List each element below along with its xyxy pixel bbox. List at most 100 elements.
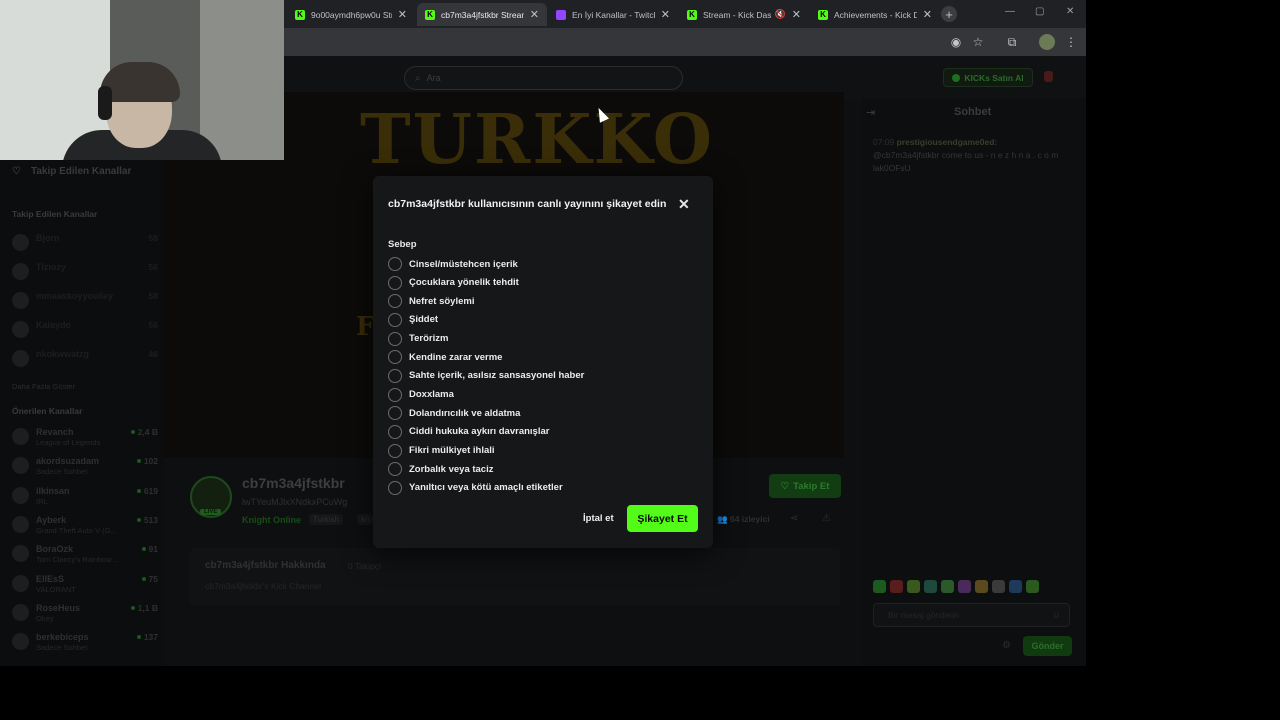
followed-channel-item[interactable]: nkokwwatzg 46 bbox=[12, 348, 162, 368]
headphones-icon bbox=[98, 86, 112, 120]
radio-button[interactable] bbox=[388, 406, 402, 421]
emote-icon[interactable] bbox=[958, 580, 971, 593]
stream-tag[interactable]: kn bbox=[357, 514, 374, 525]
suggested-channel-item[interactable]: Revanch League of Legends 2,4 B bbox=[12, 426, 162, 447]
radio-button[interactable] bbox=[388, 443, 402, 458]
radio-button[interactable] bbox=[388, 480, 402, 495]
reason-option[interactable]: Zorbalık veya taciz bbox=[388, 461, 688, 477]
maximize-icon[interactable]: ▢ bbox=[1035, 6, 1044, 17]
chat-username[interactable]: prestigiousendgame0ed: bbox=[897, 137, 998, 147]
channel-item-category: League of Legends bbox=[36, 438, 101, 447]
tab-close-icon[interactable]: ✕ bbox=[530, 8, 539, 21]
window-close-icon[interactable]: ✕ bbox=[1066, 6, 1074, 17]
user-menu-icon[interactable] bbox=[1044, 71, 1053, 82]
emote-icon[interactable] bbox=[941, 580, 954, 593]
reason-option[interactable]: Fikri mülkiyet ihlali bbox=[388, 443, 688, 459]
reason-option[interactable]: Kendine zarar verme bbox=[388, 349, 688, 365]
radio-button[interactable] bbox=[388, 294, 402, 309]
show-more-link[interactable]: Daha Fazla Göster bbox=[12, 382, 75, 391]
emote-icon[interactable] bbox=[992, 580, 1005, 593]
minimize-icon[interactable]: — bbox=[1005, 6, 1015, 17]
tab-muted-icon[interactable]: 🔇 bbox=[775, 9, 786, 20]
tab-close-icon[interactable]: ✕ bbox=[923, 8, 932, 21]
close-icon[interactable]: ✕ bbox=[678, 196, 690, 213]
radio-button[interactable] bbox=[388, 312, 402, 327]
stream-tag[interactable]: Turkish bbox=[309, 514, 343, 525]
radio-button[interactable] bbox=[388, 275, 402, 290]
followed-channel-item[interactable]: mmaaskoyyoeiley 58 bbox=[12, 290, 162, 310]
avatar bbox=[12, 321, 29, 338]
suggested-channel-item[interactable]: akordsuzadam Sadece Sohbet 102 bbox=[12, 455, 162, 476]
tab-close-icon[interactable]: ✕ bbox=[398, 8, 407, 21]
reason-option[interactable]: Doxxlama bbox=[388, 387, 688, 403]
tab-close-icon[interactable]: ✕ bbox=[661, 8, 670, 21]
suggested-channel-item[interactable]: EllEsS VALORANT 75 bbox=[12, 573, 162, 594]
chat-settings-gear-icon[interactable]: ⚙ bbox=[1002, 640, 1011, 651]
emote-icon[interactable] bbox=[873, 580, 886, 593]
followed-channel-item[interactable]: Tiziozy 56 bbox=[12, 261, 162, 281]
report-submit-button[interactable]: Şikayet Et bbox=[627, 505, 698, 532]
reason-option[interactable]: Şiddet bbox=[388, 312, 688, 328]
radio-button[interactable] bbox=[388, 424, 402, 439]
channel-item-name: ilkinsan bbox=[36, 485, 70, 496]
radio-button[interactable] bbox=[388, 350, 402, 365]
reason-option[interactable]: Ciddi hukuka aykırı davranışlar bbox=[388, 424, 688, 440]
emote-icon[interactable] bbox=[1026, 580, 1039, 593]
new-tab-button[interactable]: + bbox=[941, 6, 957, 22]
channel-item-category: Tom Clancy's Rainbow ... bbox=[36, 555, 120, 565]
follow-button[interactable]: ♡ Takip Et bbox=[769, 474, 841, 498]
emote-icon[interactable] bbox=[924, 580, 937, 593]
reason-option[interactable]: Sahte içerik, asılsız sansasyonel haber bbox=[388, 368, 688, 384]
tab-close-icon[interactable]: ✕ bbox=[792, 8, 801, 21]
radio-button[interactable] bbox=[388, 462, 402, 477]
tab-title: 9o00aymdh6pw0u Stre bbox=[311, 9, 392, 20]
reason-option[interactable]: Terörizm bbox=[388, 331, 688, 347]
extensions-icon[interactable]: ⧉ bbox=[1004, 34, 1020, 50]
suggested-channel-item[interactable]: ilkinsan IRL 619 bbox=[12, 485, 162, 506]
cancel-button[interactable]: İptal et bbox=[583, 513, 614, 524]
reason-option[interactable]: Nefret söylemi bbox=[388, 293, 688, 309]
channel-item-name: Revanch bbox=[36, 427, 74, 437]
emote-icon[interactable] bbox=[975, 580, 988, 593]
send-button[interactable]: Gönder bbox=[1023, 636, 1072, 656]
search-input[interactable]: ⌕ Ara bbox=[404, 66, 683, 90]
reason-option[interactable]: Çocuklara yönelik tehdit bbox=[388, 275, 688, 291]
radio-button[interactable] bbox=[388, 257, 402, 271]
reason-option[interactable]: Dolandırıcılık ve aldatma bbox=[388, 405, 688, 421]
radio-button[interactable] bbox=[388, 331, 402, 346]
stream-title: lwTYeuMJlxXNdkxPCuWg bbox=[242, 497, 348, 507]
reason-option[interactable]: Yanıltıcı veya kötü amaçlı etiketler bbox=[388, 480, 688, 496]
followed-channel-item[interactable]: Kalaydo 56 bbox=[12, 319, 162, 339]
browser-tab[interactable]: K Achievements - Kick D ✕ bbox=[810, 3, 940, 26]
bookmark-star-icon[interactable]: ☆ bbox=[970, 34, 986, 50]
live-badge: LIVE bbox=[200, 509, 222, 515]
browser-menu-icon[interactable]: ⋮ bbox=[1063, 34, 1079, 50]
radio-button[interactable] bbox=[388, 387, 402, 402]
suggested-channel-item[interactable]: berkebiceps Sadece Sohbet 137 bbox=[12, 631, 162, 652]
radio-button[interactable] bbox=[388, 368, 402, 383]
stream-category[interactable]: Knight Online bbox=[242, 515, 301, 525]
share-icon[interactable]: ⋖ bbox=[790, 513, 798, 524]
emote-icon[interactable] bbox=[907, 580, 920, 593]
profile-avatar[interactable] bbox=[1039, 34, 1055, 50]
sidebar-followed-header[interactable]: ♡ Takip Edilen Kanallar bbox=[12, 166, 131, 177]
report-warning-icon[interactable]: ⚠ bbox=[822, 513, 831, 524]
buy-kicks-button[interactable]: KICKs Satın Al bbox=[943, 68, 1033, 87]
followed-channel-item[interactable]: Bjorn 58 bbox=[12, 232, 162, 252]
browser-tab[interactable]: K Stream - Kick Dash 🔇 ✕ bbox=[679, 3, 809, 26]
browser-tab[interactable]: En İyi Kanallar - Twitch ✕ bbox=[548, 3, 678, 26]
emoji-icon[interactable]: ☺ bbox=[1052, 610, 1061, 620]
suggested-channel-item[interactable]: BoraOzk Tom Clancy's Rainbow ... 91 bbox=[12, 543, 162, 565]
reason-option[interactable]: Cinsel/müstehcen içerik bbox=[388, 256, 688, 272]
browser-tab[interactable]: Kcb7m3a4jfstkbr Stream ✕ bbox=[417, 3, 547, 26]
eye-off-icon[interactable]: ◉ bbox=[948, 34, 964, 50]
browser-tab[interactable]: K 9o00aymdh6pw0u Stre ✕ bbox=[287, 3, 415, 26]
kick-icon: K bbox=[425, 9, 435, 20]
channel-name[interactable]: cb7m3a4jfstkbr bbox=[242, 475, 345, 491]
chat-input[interactable]: Bir mesaj gönderin ☺ bbox=[873, 603, 1070, 627]
emote-icon[interactable] bbox=[890, 580, 903, 593]
suggested-channel-item[interactable]: RoseHeus Okey 1,1 B bbox=[12, 602, 162, 623]
collapse-chat-icon[interactable]: ⇥ bbox=[866, 106, 875, 119]
emote-icon[interactable] bbox=[1009, 580, 1022, 593]
suggested-channel-item[interactable]: Ayberk Grand Theft Auto V (G... 513 bbox=[12, 514, 162, 535]
